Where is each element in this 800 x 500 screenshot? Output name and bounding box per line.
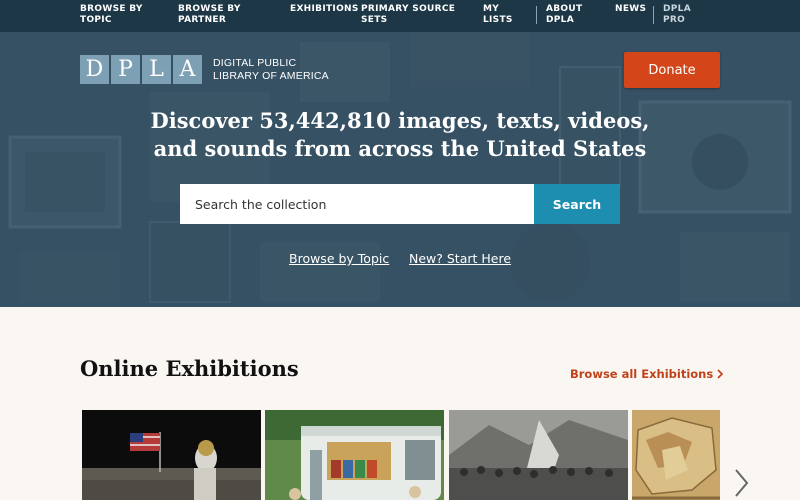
browse-all-label: Browse all Exhibitions (570, 367, 714, 381)
exhibition-thumbnail (632, 410, 720, 500)
exhibition-thumbnail (449, 410, 628, 500)
nav-browse-by-topic[interactable]: Browse by Topic (80, 4, 160, 26)
search-button[interactable]: Search (534, 184, 620, 224)
chevron-right-icon (735, 469, 749, 497)
donate-button[interactable]: Donate (624, 52, 720, 88)
logo-letter: D (80, 55, 109, 84)
nav-news[interactable]: News (615, 4, 655, 15)
logo-letter: L (142, 55, 171, 84)
logo-letter: A (173, 55, 202, 84)
nav-about-dpla[interactable]: About DPLA (546, 4, 596, 26)
nav-my-lists[interactable]: My Lists (483, 4, 523, 26)
new-start-here-link[interactable]: New? Start Here (409, 251, 511, 266)
carousel-next-button[interactable] (728, 466, 754, 500)
top-navigation: Browse by Topic Browse by Partner Exhibi… (0, 0, 800, 32)
section-title-online-exhibitions: Online Exhibitions (80, 356, 299, 381)
chevron-right-icon (717, 369, 724, 379)
nav-exhibitions[interactable]: Exhibitions (290, 4, 360, 15)
exhibition-card-library-bus[interactable] (265, 410, 444, 500)
exhibition-card-historic-map[interactable] (632, 410, 720, 500)
hero-banner: D P L A DIGITAL PUBLIC LIBRARY OF AMERIC… (0, 32, 800, 307)
hero-headline: Discover 53,442,810 images, texts, video… (150, 108, 650, 161)
exhibition-thumbnail (82, 410, 261, 500)
dpla-logo[interactable]: D P L A (80, 55, 202, 84)
nav-browse-by-partner[interactable]: Browse by Partner (178, 4, 258, 26)
nav-primary-source-sets[interactable]: Primary Source Sets (361, 4, 461, 26)
browse-all-exhibitions-link[interactable]: Browse all Exhibitions (570, 367, 724, 381)
logo-letter: P (111, 55, 140, 84)
nav-divider (653, 6, 654, 24)
browse-by-topic-link[interactable]: Browse by Topic (289, 251, 389, 266)
exhibition-thumbnail (265, 410, 444, 500)
logo-wordmark: DIGITAL PUBLIC LIBRARY OF AMERICA (213, 57, 329, 82)
nav-divider (536, 6, 537, 24)
exhibition-card-moon-landing[interactable] (82, 410, 261, 500)
exhibition-card-historic-crowd[interactable] (449, 410, 628, 500)
nav-dpla-pro[interactable]: DPLA Pro (663, 4, 703, 26)
search-input[interactable] (180, 184, 534, 224)
